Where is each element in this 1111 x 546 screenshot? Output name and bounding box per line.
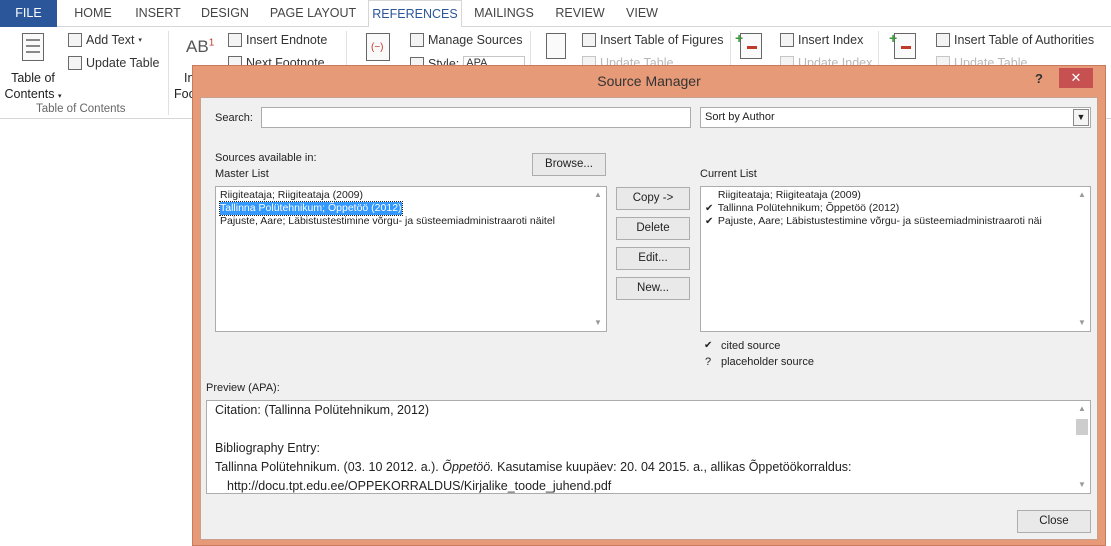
preview-citation: Citation: (Tallinna Polütehnikum, 2012) — [215, 403, 430, 417]
chevron-down-icon: ▾ — [58, 93, 62, 100]
group-label-toc: Table of Contents — [36, 103, 126, 115]
chevron-down-icon[interactable]: ▼ — [1073, 109, 1089, 126]
table-of-contents-icon — [22, 33, 44, 61]
add-text-icon — [68, 33, 82, 47]
preview-entry-url: http://docu.tpt.edu.ee/OPPEKORRALDUS/Kir… — [227, 479, 612, 493]
table-of-authorities-icon — [936, 33, 950, 47]
search-input[interactable] — [261, 107, 691, 128]
tab-references[interactable]: REFERENCES — [368, 0, 462, 28]
insert-index-button[interactable]: Insert Index — [780, 33, 863, 47]
tab-view[interactable]: VIEW — [620, 0, 664, 27]
list-item[interactable]: Riigiteataja; Riigiteataja (2009) — [705, 189, 861, 202]
chevron-up-icon[interactable]: ▲ — [1075, 402, 1089, 416]
sort-dropdown-value: Sort by Author — [705, 111, 775, 123]
new-button[interactable]: New... — [616, 277, 690, 300]
tab-review[interactable]: REVIEW — [549, 0, 611, 27]
insert-citation-icon[interactable]: (−) — [366, 33, 390, 61]
list-item[interactable]: Pajuste, Aare; Läbistustestimine võrgu- … — [220, 215, 555, 228]
chevron-down-icon[interactable]: ▼ — [591, 316, 605, 330]
tab-home[interactable]: HOME — [62, 0, 124, 27]
list-item[interactable]: Riigiteataja; Riigiteataja (2009) — [220, 189, 363, 202]
tab-insert[interactable]: INSERT — [128, 0, 188, 27]
insert-footnote-button[interactable]: AB1 In Foo — [174, 31, 214, 101]
footnote-ab-icon: AB1 — [186, 37, 215, 56]
help-button[interactable]: ? — [1027, 68, 1051, 90]
check-icon: ✔ — [704, 340, 713, 351]
scroll-thumb[interactable] — [1076, 419, 1088, 435]
edit-button[interactable]: Edit... — [616, 247, 690, 270]
current-list[interactable]: Riigiteataja; Riigiteataja (2009) ✔ Tall… — [700, 186, 1091, 332]
mark-entry-icon[interactable]: + — [735, 30, 762, 59]
tab-file[interactable]: FILE — [0, 0, 57, 27]
copy-button[interactable]: Copy -> — [616, 187, 690, 210]
close-icon[interactable]: ✕ — [1059, 68, 1093, 88]
chevron-down-icon: ▾ — [138, 37, 142, 44]
dialog-title: Source Manager — [597, 73, 701, 89]
question-icon: ? — [705, 356, 712, 368]
update-table-button[interactable]: Update Table — [68, 56, 159, 70]
preview-bibliography-entry: Tallinna Polütehnikum. (03. 10 2012. a.)… — [215, 460, 852, 474]
preview-box[interactable]: Citation: (Tallinna Polütehnikum, 2012) … — [206, 400, 1091, 494]
insert-endnote-icon — [228, 33, 242, 47]
check-icon: ✔ — [705, 203, 714, 214]
tab-design[interactable]: DESIGN — [194, 0, 256, 27]
toc-label-line1: Table of — [11, 71, 55, 85]
insert-caption-icon[interactable] — [546, 33, 566, 59]
chevron-down-icon[interactable]: ▼ — [1075, 316, 1089, 330]
check-icon: ✔ — [705, 216, 714, 227]
update-table-icon — [68, 56, 82, 70]
table-of-figures-icon — [582, 33, 596, 47]
list-item[interactable]: ✔ Tallinna Polütehnikum; Õppetöö (2012) — [705, 202, 899, 215]
chevron-up-icon[interactable]: ▲ — [1075, 188, 1089, 202]
insert-index-icon — [780, 33, 794, 47]
dialog-body: Search: Sort by Author ▼ Sources availab… — [200, 97, 1098, 540]
tab-page-layout[interactable]: PAGE LAYOUT — [264, 0, 362, 27]
master-list-label: Master List — [215, 168, 269, 180]
search-label: Search: — [215, 112, 253, 124]
manage-sources-icon — [410, 33, 424, 47]
chevron-down-icon[interactable]: ▼ — [1075, 478, 1089, 492]
ribbon-tab-bar: FILE HOME INSERT DESIGN PAGE LAYOUT REFE… — [0, 0, 1111, 28]
chevron-up-icon[interactable]: ▲ — [591, 188, 605, 202]
list-item[interactable]: ✔ Pajuste, Aare; Läbistustestimine võrgu… — [705, 215, 1042, 228]
cited-source-label: cited source — [721, 340, 781, 352]
insert-table-of-figures-button[interactable]: Insert Table of Figures — [582, 33, 723, 47]
source-manager-dialog: Source Manager ? ✕ Search: Sort by Autho… — [192, 65, 1106, 546]
insert-table-of-authorities-button[interactable]: Insert Table of Authorities — [936, 33, 1094, 47]
sources-available-label: Sources available in: — [215, 152, 317, 164]
tab-mailings[interactable]: MAILINGS — [468, 0, 540, 27]
preview-label: Preview (APA): — [206, 382, 280, 394]
list-item-selected[interactable]: Tallinna Polütehnikum; Õppetöö (2012) — [219, 201, 403, 216]
delete-button[interactable]: Delete — [616, 217, 690, 240]
placeholder-source-label: placeholder source — [721, 356, 814, 368]
sort-dropdown[interactable]: Sort by Author ▼ — [700, 107, 1091, 128]
master-list-scrollbar[interactable]: ▲ ▼ — [591, 188, 605, 330]
preview-scrollbar[interactable]: ▲ ▼ — [1075, 402, 1089, 492]
insert-endnote-button[interactable]: Insert Endnote — [228, 33, 327, 47]
toc-label-line2: Contents ▾ — [4, 87, 62, 101]
preview-bibliography-heading: Bibliography Entry: — [215, 441, 320, 455]
table-of-contents-button[interactable]: Table of Contents ▾ — [4, 31, 62, 101]
current-list-label: Current List — [700, 168, 757, 180]
browse-button[interactable]: Browse... — [532, 153, 606, 176]
manage-sources-button[interactable]: Manage Sources — [410, 33, 523, 47]
master-list[interactable]: Riigiteataja; Riigiteataja (2009) Tallin… — [215, 186, 607, 332]
add-text-button[interactable]: Add Text ▾ — [68, 33, 142, 47]
mark-citation-icon[interactable]: + — [889, 30, 916, 59]
close-button[interactable]: Close — [1017, 510, 1091, 533]
current-list-scrollbar[interactable]: ▲ ▼ — [1075, 188, 1089, 330]
